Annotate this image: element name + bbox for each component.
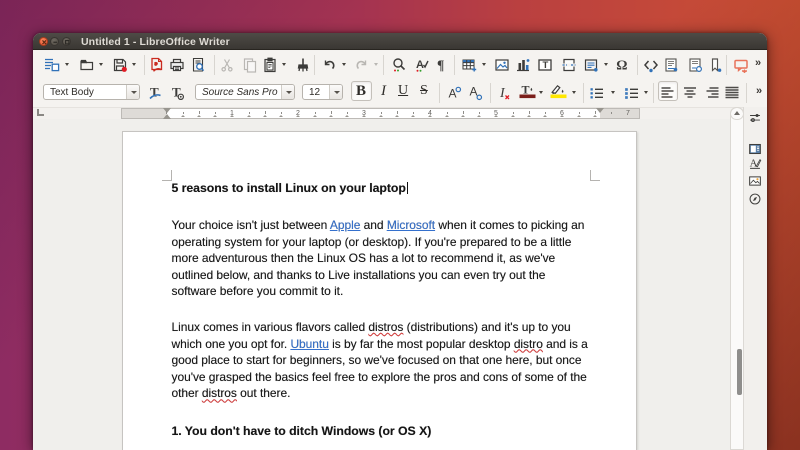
svg-text:T: T: [522, 84, 530, 96]
svg-text:T: T: [172, 85, 181, 100]
svg-text:I: I: [499, 86, 506, 101]
svg-text:A: A: [449, 87, 457, 101]
svg-text:¶: ¶: [437, 58, 444, 73]
svg-text:A: A: [469, 85, 477, 99]
svg-text:Ω: Ω: [616, 59, 627, 74]
svg-text:T: T: [543, 60, 549, 71]
svg-text:A: A: [416, 59, 424, 71]
